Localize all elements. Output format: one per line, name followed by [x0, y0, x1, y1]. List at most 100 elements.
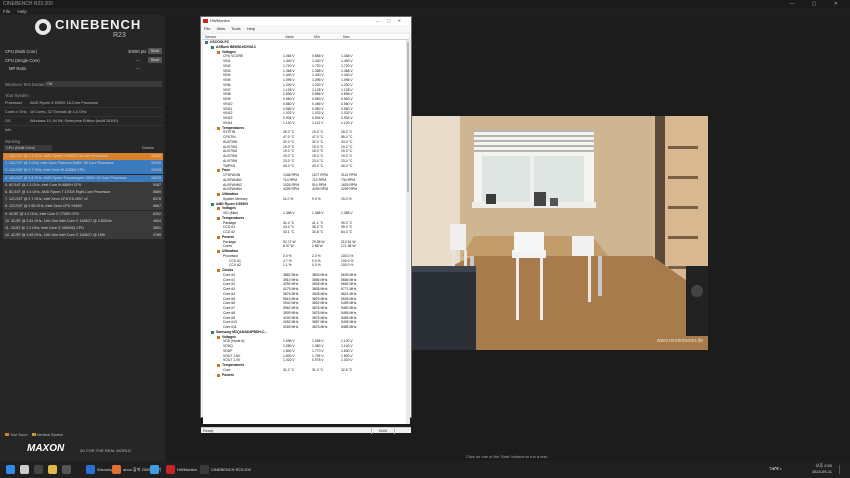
hwmonitor-scrollbar[interactable]: [406, 40, 410, 424]
maxon-logo: MAXON: [27, 443, 65, 454]
sensor-group-icon: [217, 235, 220, 239]
ranking-list: 1. 16C/32T @ 4.3 GHz, AMD Ryzen 9 9950X …: [3, 153, 163, 240]
taskbar-clock[interactable]: 오후 2:50 2024-09-11: [812, 463, 832, 475]
start-single-button[interactable]: Start: [148, 57, 162, 63]
ranking-item[interactable]: 4. 16C/32T @ 3.4 GHz, AMD Ryzen Threadri…: [3, 174, 163, 182]
hwmonitor-sensor-tree[interactable]: USCOOLPC ASRock B650M-HDV/M.2 Voltages CPU …: [203, 40, 406, 424]
min-test-duration-select[interactable]: Off: [45, 81, 162, 87]
system-value: AMD Ryzen 9 9950X 16-Core Processor: [30, 101, 99, 105]
min-test-duration-label: Minimum Test Duration: [5, 82, 48, 87]
logo-version: R23: [113, 32, 126, 39]
sensor-group-icon: [205, 41, 208, 44]
window-controls[interactable]: — ▢ ✕: [789, 0, 846, 8]
ranking-label: 10. 4C/8T @ 2.81 GHz, 11th Gen Intel Cor…: [5, 218, 112, 223]
system-row: Cores x GHz 16 Cores, 32 Threads @ 4.3 G…: [3, 108, 163, 117]
hwmonitor-taskbar-button-icon[interactable]: [166, 465, 175, 474]
ranking-score: 30690: [151, 154, 161, 158]
sensor-group-icon: [217, 169, 220, 173]
system-value: 16 Cores, 32 Threads @ 4.3 GHz: [30, 110, 87, 114]
ranking-item[interactable]: 11. 4C/8T @ 2.3 GHz, Intel Core i7-4850H…: [3, 224, 163, 232]
sensor-group[interactable]: Powers: [203, 373, 406, 378]
hwmonitor-window-controls[interactable]: —▢✕: [376, 17, 408, 25]
cinebench-taskbar-button[interactable]: CINEBENCH R23.200: [211, 465, 251, 474]
sensor-group-icon: [217, 193, 220, 196]
ranking-score: 8889: [153, 189, 161, 194]
ranking-item[interactable]: 5. 8C/16T @ 2.3 GHz, Intel Core i9-9880H…: [3, 181, 163, 189]
hw-menu-help[interactable]: Help: [247, 26, 255, 31]
browser-button-icon[interactable]: [86, 465, 95, 474]
ranking-label: 2. 24C/32T @ 3 GHz, Intel Xeon Platinum …: [5, 161, 114, 166]
sensor-group-icon: [211, 330, 214, 334]
ranking-item[interactable]: 6. 8C/16T @ 3.4 GHz, AMD Ryzen 7 1700X E…: [3, 188, 163, 196]
hwmonitor-window: HWMonitor —▢✕ File View Tools Help Senso…: [200, 16, 412, 434]
sensor-group-icon: [217, 216, 220, 220]
weather-temp: 25℃: [770, 466, 779, 471]
sensor-name: Powers: [222, 372, 235, 377]
test-value-multi: 30690 pts: [128, 49, 147, 54]
app-button-2-icon[interactable]: [150, 465, 159, 474]
sensor-group-icon: [217, 126, 220, 130]
system-heading: Your System: [5, 93, 29, 98]
ranking-item[interactable]: 7. 12C/24T @ 2.7 GHz, Intel Xeon CPU E5-…: [3, 196, 163, 204]
hw-menu-tools[interactable]: Tools: [231, 26, 240, 31]
ranking-details-button[interactable]: Details: [142, 146, 154, 150]
hwmonitor-titlebar: HWMonitor —▢✕: [201, 17, 411, 25]
hwmonitor-app-icon: [203, 19, 208, 23]
test-value-mpratio: ---: [136, 66, 141, 71]
hw-menu-view[interactable]: View: [217, 26, 226, 31]
legend-identical: Identical System: [36, 433, 63, 437]
ranking-dropdown[interactable]: CPU (Multi Core): [4, 145, 52, 151]
sensor-group-icon: [217, 364, 220, 367]
cinebench-logo: CINEBENCH R23: [35, 17, 145, 41]
app-button-icon[interactable]: [62, 465, 71, 474]
ranking-label: 8. 12C/24T @ 2.66 GHz, Intel Xeon CPU X5…: [5, 204, 82, 209]
tray-volume-icon[interactable]: ◖: [780, 466, 782, 471]
ranking-item[interactable]: 12. 4C/8T @ 1.69 GHz, 11th Gen Intel Cor…: [3, 232, 163, 240]
ranking-score: 6867: [153, 204, 161, 209]
ranking-item[interactable]: 10. 4C/8T @ 2.81 GHz, 11th Gen Intel Cor…: [3, 217, 163, 225]
ranking-item[interactable]: 3. 24C/48T @ 2.7 GHz, Intel Xeon W-3265M…: [3, 167, 163, 175]
sensor-group-icon: [217, 373, 220, 377]
test-label-mpratio: MP Ratio: [9, 66, 27, 71]
sensor-group-icon: [217, 335, 220, 339]
hw-menu-file[interactable]: File: [204, 26, 210, 31]
show-desktop-button[interactable]: [839, 465, 845, 474]
system-row: OS Windows 10, 64 Bit, Enterprise Editio…: [3, 117, 163, 126]
clock-date: 2024-09-11: [811, 469, 832, 474]
weather-widget[interactable]: 25℃: [770, 466, 779, 471]
ranking-item[interactable]: 8. 12C/24T @ 2.66 GHz, Intel Xeon CPU X5…: [3, 203, 163, 211]
test-label-multi: CPU (Multi Core): [5, 49, 37, 54]
task-view-button-icon[interactable]: [34, 465, 43, 474]
sensor-group-icon: [217, 269, 220, 272]
ranking-dropdown-value: CPU (Multi Core): [6, 146, 35, 150]
ranking-label: 5. 8C/16T @ 2.3 GHz, Intel Core i9-9880H…: [5, 182, 82, 187]
ranking-label: 11. 4C/8T @ 2.3 GHz, Intel Core i7-4850H…: [5, 225, 84, 230]
render-viewport: www.renderbaron.de: [412, 116, 708, 350]
sensor-group-icon: [217, 250, 220, 253]
test-value-single: ---: [136, 58, 141, 63]
menu-help[interactable]: Help: [18, 9, 27, 14]
cinebench-taskbar-button-icon[interactable]: [200, 465, 209, 474]
ranking-legend: Your Score Identical System: [5, 433, 63, 437]
ranking-label: 1. 16C/32T @ 4.3 GHz, AMD Ryzen 9 9950X …: [5, 154, 109, 158]
browser-button[interactable]: Wixnolog: [97, 465, 113, 474]
ranking-label: 12. 4C/8T @ 1.69 GHz, 11th Gen Intel Cor…: [5, 233, 106, 238]
cinebench-logo-icon: [35, 19, 51, 35]
search-button-icon[interactable]: [20, 465, 29, 474]
file-explorer-button-icon[interactable]: [48, 465, 57, 474]
cinebench-menubar: File Help: [0, 8, 850, 15]
system-key: OS: [5, 119, 11, 123]
ranking-score: 8378: [153, 197, 161, 202]
chrome-tab-button-icon[interactable]: [112, 465, 121, 474]
menu-file[interactable]: File: [3, 9, 10, 14]
start-multi-button[interactable]: Start: [148, 48, 162, 54]
render-watermark: www.renderbaron.de: [656, 338, 703, 344]
ranking-label: 4. 16C/32T @ 3.4 GHz, AMD Ryzen Threadri…: [5, 175, 127, 180]
hwmonitor-taskbar-button[interactable]: HWMonitor: [177, 465, 197, 474]
ranking-item[interactable]: 1. 16C/32T @ 4.3 GHz, AMD Ryzen 9 9950X …: [3, 153, 163, 160]
start-button-icon[interactable]: [6, 465, 15, 474]
ranking-item[interactable]: 9. 4C/8T @ 4.2 GHz, Intel Core i7-7700K …: [3, 210, 163, 218]
system-info: Processor AMD Ryzen 9 9950X 16-Core Proc…: [3, 99, 163, 135]
ranking-score: 9087: [153, 182, 161, 187]
ranking-item[interactable]: 2. 24C/32T @ 3 GHz, Intel Xeon Platinum …: [3, 160, 163, 168]
